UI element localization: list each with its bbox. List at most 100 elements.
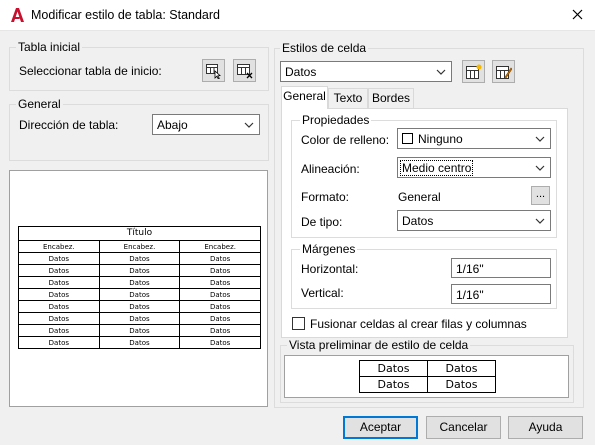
alignment-value: Medio centro [400, 160, 474, 176]
preview-data-cell: Datos [18, 300, 100, 313]
general-group-label: General [16, 97, 63, 111]
cell-preview-cell: Datos [427, 360, 496, 377]
preview-data-cell: Datos [98, 336, 181, 349]
type-label: De tipo: [301, 215, 343, 229]
cell-preview-table: Datos Datos Datos Datos [359, 360, 496, 393]
preview-data-cell: Datos [98, 312, 181, 325]
table-direction-label: Dirección de tabla: [19, 118, 119, 132]
tab-bordes[interactable]: Bordes [368, 88, 414, 108]
cancel-button-label: Cancelar [439, 420, 488, 434]
fill-color-select[interactable]: Ninguno [397, 128, 551, 149]
ok-button-label: Aceptar [359, 420, 402, 434]
manage-cell-styles-button[interactable] [492, 60, 515, 83]
cell-preview-cell: Datos [359, 376, 428, 393]
preview-data-cell: Datos [18, 276, 100, 289]
preview-data-row: Datos Datos Datos [18, 336, 261, 349]
table-preview: Título Encabez. Encabez. Encabez. Datos D… [9, 170, 268, 407]
merge-cells-label[interactable]: Fusionar celdas al crear filas y columna… [310, 317, 527, 331]
table-direction-select[interactable]: Abajo [152, 114, 260, 135]
preview-data-cell: Datos [179, 276, 261, 289]
edit-cell-style-icon [496, 66, 512, 79]
fill-color-value: Ninguno [418, 132, 463, 146]
general-tab-panel: Propiedades Color de relleno: Ninguno Al… [281, 108, 568, 338]
properties-label: Propiedades [300, 113, 372, 127]
cell-preview-label: Vista preliminar de estilo de celda [287, 338, 471, 352]
chevron-down-icon [436, 69, 446, 75]
new-cell-style-button[interactable] [462, 60, 485, 83]
format-button-label: ... [535, 188, 546, 200]
preview-data-cell: Datos [18, 264, 100, 277]
margins-label: Márgenes [300, 242, 358, 256]
preview-data-cell: Datos [179, 264, 261, 277]
preview-data-cell: Datos [98, 288, 181, 301]
preview-data-row: Datos Datos Datos [18, 288, 261, 301]
preview-header-cell: Encabez. [18, 240, 100, 253]
preview-data-row: Datos Datos Datos [18, 252, 261, 265]
preview-data-cell: Datos [98, 300, 181, 313]
preview-header-cell: Encabez. [98, 240, 181, 253]
preview-data-cell: Datos [179, 324, 261, 337]
preview-data-row: Datos Datos Datos [18, 276, 261, 289]
horizontal-margin-value: 1/16" [456, 262, 484, 276]
format-value: General [398, 190, 441, 204]
cell-style-preview: Datos Datos Datos Datos [284, 355, 569, 398]
cell-style-value: Datos [285, 65, 317, 79]
preview-data-row: Datos Datos Datos [18, 264, 261, 277]
title-bar: Modificar estilo de tabla: Standard [0, 0, 595, 31]
cell-style-select[interactable]: Datos [280, 61, 452, 82]
preview-data-cell: Datos [179, 312, 261, 325]
format-label: Formato: [301, 190, 350, 204]
tab-general[interactable]: General [281, 86, 328, 109]
cell-preview-cell: Datos [427, 376, 496, 393]
help-button-label: Ayuda [528, 420, 563, 434]
new-cell-style-icon [466, 64, 482, 79]
type-value: Datos [402, 214, 434, 228]
preview-data-cell: Datos [98, 264, 181, 277]
preview-data-cell: Datos [18, 288, 100, 301]
format-options-button[interactable]: ... [531, 186, 550, 205]
tabla-inicial-label: Tabla inicial [16, 40, 83, 54]
remove-table-button[interactable] [233, 59, 256, 82]
select-table-button[interactable] [202, 59, 225, 82]
type-select[interactable]: Datos [397, 210, 551, 231]
preview-data-cell: Datos [18, 336, 100, 349]
vertical-margin-input[interactable]: 1/16" [451, 284, 551, 304]
fill-color-label: Color de relleno: [301, 133, 390, 147]
preview-data-cell: Datos [179, 300, 261, 313]
vertical-margin-value: 1/16" [456, 288, 484, 302]
window-title: Modificar estilo de tabla: Standard [31, 8, 220, 22]
cell-preview-cell: Datos [359, 360, 428, 377]
vertical-margin-label: Vertical: [301, 286, 344, 300]
tab-bordes-label: Bordes [371, 91, 411, 105]
chevron-down-icon [535, 136, 545, 142]
autocad-a-icon [11, 8, 24, 22]
preview-data-cell: Datos [179, 336, 261, 349]
preview-data-cell: Datos [18, 312, 100, 325]
table-delete-icon [237, 64, 253, 79]
horizontal-margin-input[interactable]: 1/16" [451, 258, 551, 278]
close-button[interactable] [560, 0, 595, 31]
preview-header-row: Encabez. Encabez. Encabez. [18, 240, 261, 253]
chevron-down-icon [244, 122, 254, 128]
horizontal-margin-label: Horizontal: [301, 262, 359, 276]
table-direction-value: Abajo [157, 118, 188, 132]
preview-data-row: Datos Datos Datos [18, 300, 261, 313]
preview-data-row: Datos Datos Datos [18, 312, 261, 325]
alignment-select[interactable]: Medio centro [397, 157, 551, 178]
help-button[interactable]: Ayuda [508, 416, 583, 439]
preview-data-row: Datos Datos Datos [18, 324, 261, 337]
merge-cells-checkbox[interactable] [292, 317, 305, 330]
preview-data-cell: Datos [179, 252, 261, 265]
select-start-table-label: Seleccionar tabla de inicio: [19, 64, 162, 78]
preview-data-cell: Datos [98, 276, 181, 289]
cancel-button[interactable]: Cancelar [426, 416, 501, 439]
color-swatch [402, 133, 413, 144]
preview-data-cell: Datos [98, 324, 181, 337]
preview-data-cell: Datos [179, 288, 261, 301]
preview-table: Título Encabez. Encabez. Encabez. Datos D… [18, 226, 261, 349]
ok-button[interactable]: Aceptar [343, 416, 418, 439]
tab-texto-label: Texto [333, 91, 363, 105]
tab-texto[interactable]: Texto [328, 88, 368, 108]
table-select-icon [206, 64, 221, 79]
preview-data-cell: Datos [18, 252, 100, 265]
